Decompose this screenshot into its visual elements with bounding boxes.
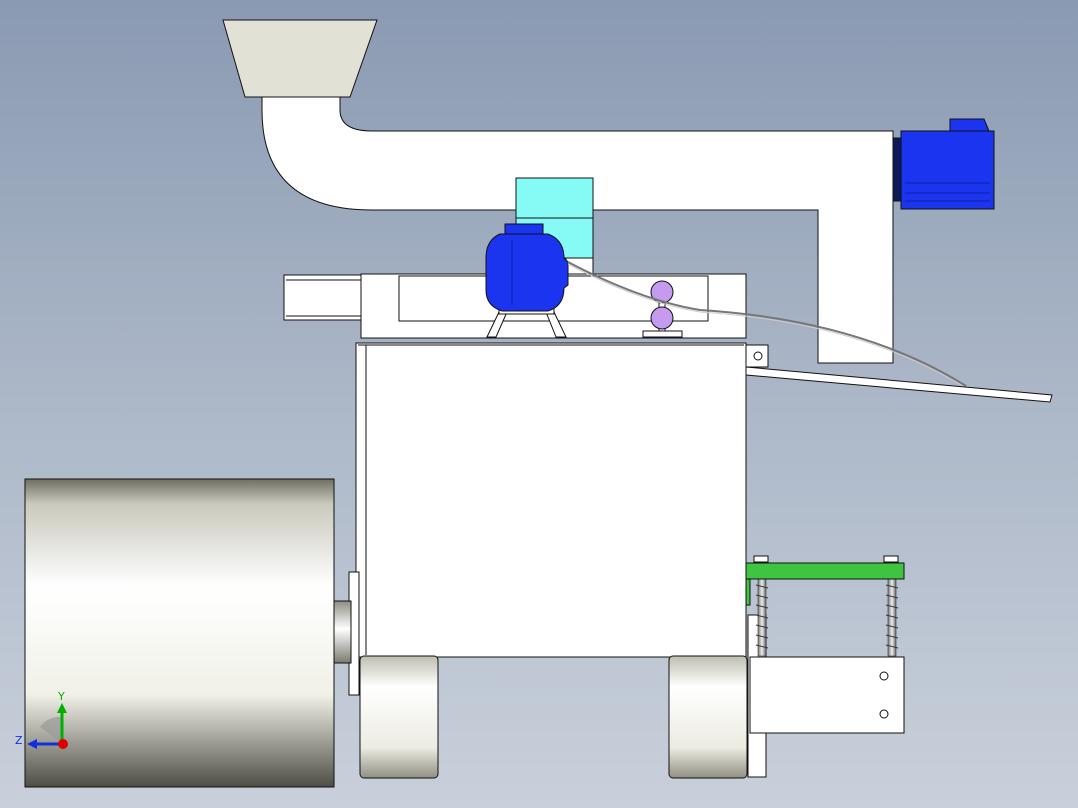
wheel-right[interactable] (668, 655, 748, 779)
triad-y-label: Y (57, 690, 65, 703)
wheel-left[interactable] (359, 655, 439, 779)
lower-right-block[interactable] (749, 656, 905, 734)
hopper-icon[interactable] (222, 19, 378, 98)
left-inlet-tube[interactable] (283, 274, 363, 321)
drive-shaft (333, 600, 352, 664)
green-spring-plate[interactable] (745, 562, 905, 606)
cad-viewport[interactable]: Y Z (0, 0, 1078, 808)
lever-arm[interactable] (745, 366, 1053, 403)
large-drum[interactable] (24, 478, 335, 788)
arm-bracket (745, 344, 769, 368)
triad-z-label: Z (15, 734, 23, 747)
servo-motor-icon[interactable] (892, 118, 995, 210)
main-housing[interactable] (355, 342, 747, 658)
cad-model-view: Y Z (15, 19, 1053, 788)
